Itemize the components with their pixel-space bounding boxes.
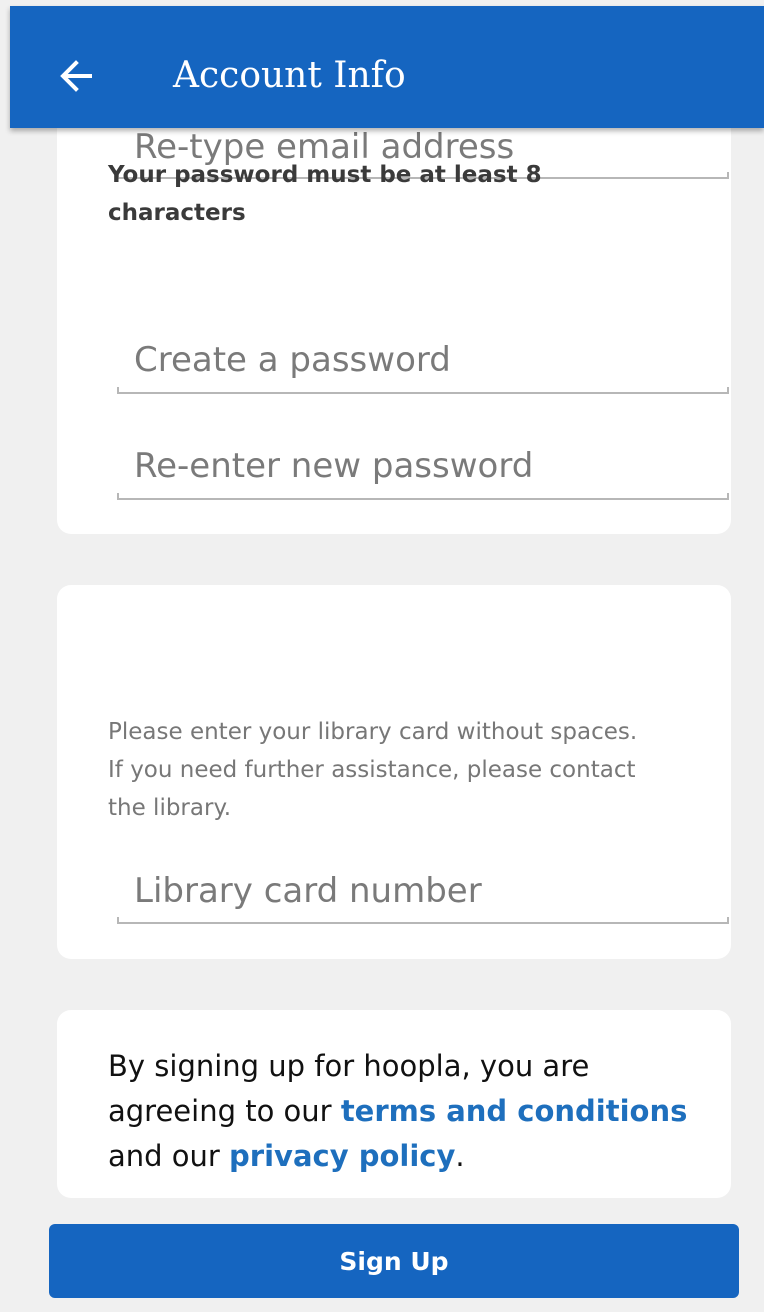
- create-password-input[interactable]: [117, 330, 729, 390]
- account-card: Your password must be at least 8 charact…: [57, 60, 731, 534]
- back-button[interactable]: [52, 51, 102, 101]
- reenter-password-input[interactable]: [117, 436, 729, 496]
- field-underline: [117, 917, 729, 924]
- terms-text-after: .: [455, 1139, 465, 1173]
- library-card-input[interactable]: [117, 861, 729, 921]
- library-card-hint: Please enter your library card without s…: [108, 719, 638, 821]
- app-bar: Account Info: [10, 6, 764, 128]
- privacy-link[interactable]: privacy policy: [229, 1139, 455, 1173]
- terms-link[interactable]: terms and conditions: [341, 1094, 688, 1128]
- library-card-field[interactable]: [117, 861, 729, 931]
- terms-text: By signing up for hoopla, you are agreein…: [108, 1044, 688, 1179]
- arrow-left-icon: [60, 60, 92, 92]
- password-requirement-text: Your password must be at least 8 charact…: [108, 162, 542, 226]
- library-card-section: Please enter your library card without s…: [57, 585, 731, 959]
- field-underline: [117, 387, 729, 394]
- field-underline: [117, 493, 729, 500]
- sign-up-button[interactable]: Sign Up: [49, 1224, 739, 1298]
- terms-text-middle: and our: [108, 1139, 230, 1173]
- page-title: Account Info: [173, 55, 406, 96]
- reenter-password-field[interactable]: [117, 436, 729, 506]
- create-password-field[interactable]: [117, 330, 729, 400]
- terms-card: By signing up for hoopla, you are agreein…: [57, 1010, 731, 1198]
